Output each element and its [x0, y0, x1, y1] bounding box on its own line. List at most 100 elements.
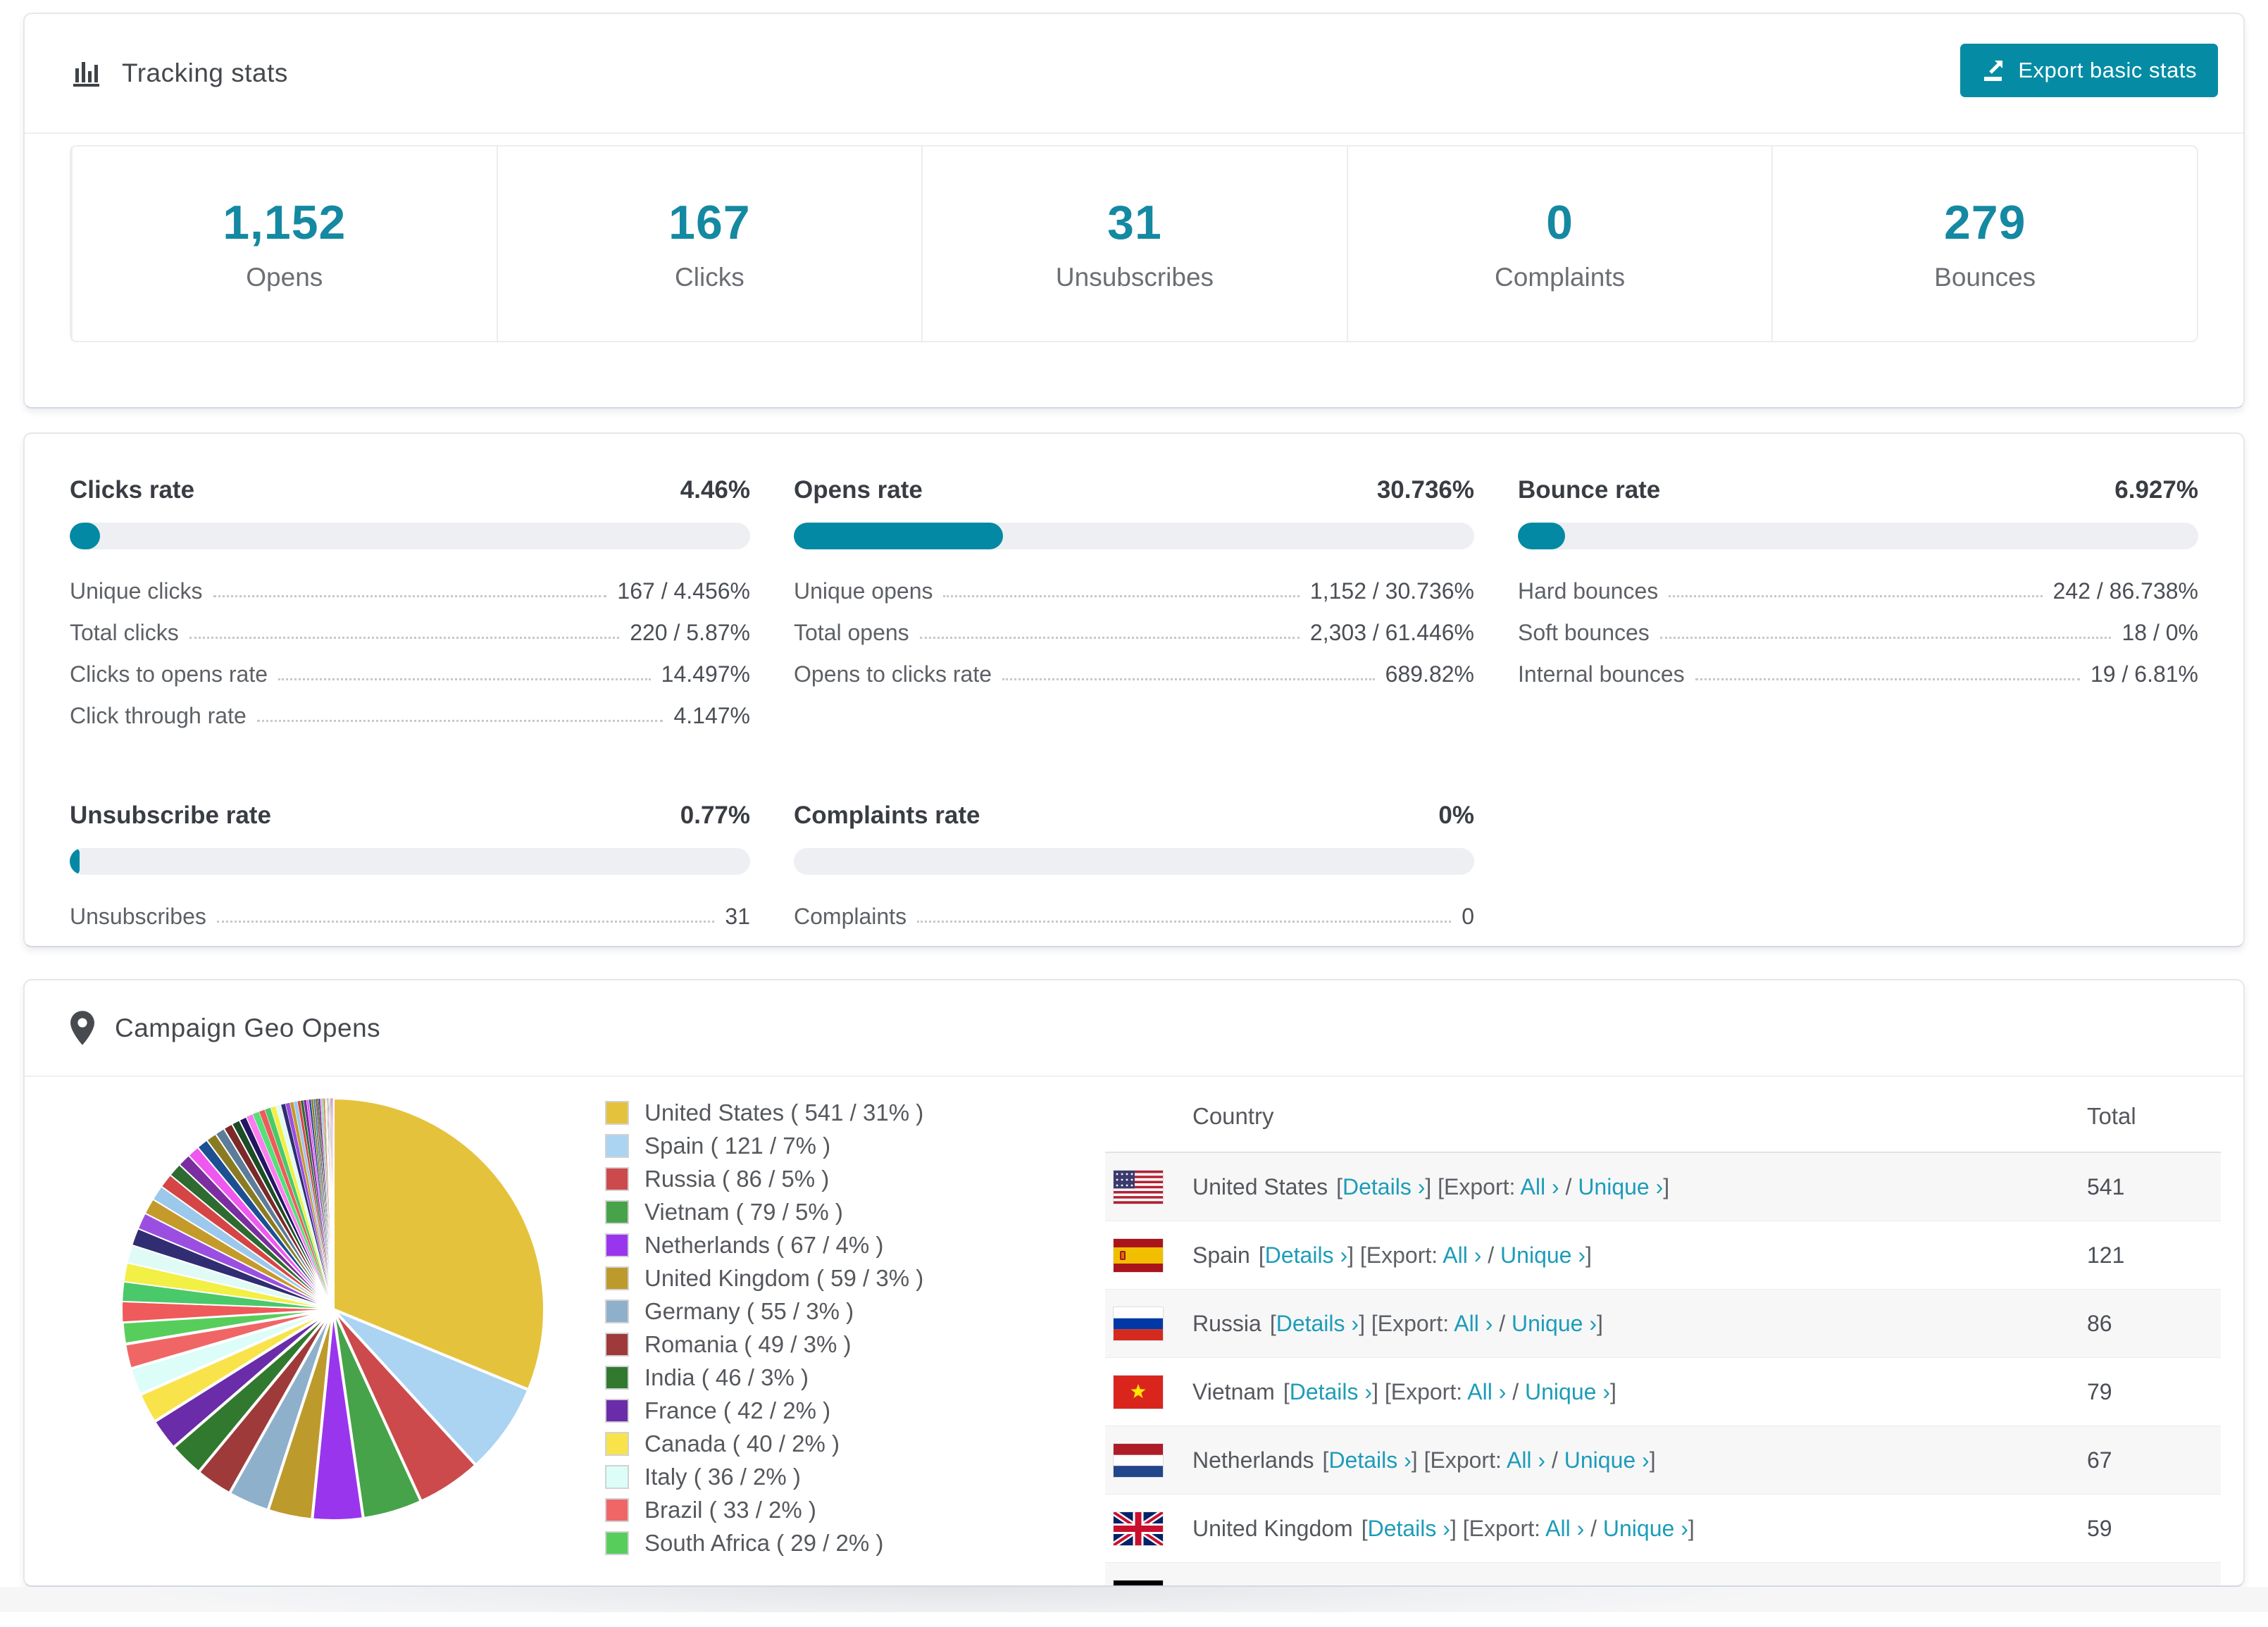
legend-label: Vietnam ( 79 / 5% ) — [644, 1199, 843, 1225]
legend-item: South Africa ( 29 / 2% ) — [605, 1530, 1098, 1557]
legend-item: Canada ( 40 / 2% ) — [605, 1430, 1098, 1457]
legend-label: Spain ( 121 / 7% ) — [644, 1133, 831, 1159]
rate-title: Opens rate — [794, 476, 923, 504]
export-unique-link[interactable]: Unique › — [1564, 1447, 1650, 1473]
export-all-link[interactable]: All › — [1507, 1447, 1545, 1473]
table-row: Vietnam [Details ›] [Export: All › / Uni… — [1105, 1358, 2221, 1426]
geo-pie-legend: United States ( 541 / 31% ) Spain ( 121 … — [605, 1081, 1098, 1585]
stat-box: 0 Complaints — [1346, 147, 1772, 341]
country-name: Spain — [1192, 1242, 1250, 1268]
country-cell: Netherlands [Details ›] [Export: All › /… — [1105, 1443, 2087, 1477]
export-basic-stats-button[interactable]: Export basic stats — [1960, 44, 2218, 97]
rate-row: Total opens 2,303 / 61.446% — [794, 620, 1474, 645]
export-unique-link[interactable]: Unique › — [1578, 1174, 1663, 1199]
progress-bar-fill — [70, 523, 101, 549]
country-name: United States — [1192, 1173, 1328, 1199]
details-link[interactable]: Details › — [1290, 1379, 1372, 1404]
country-links: [Details ›] [Export: All › / Unique ›] — [1361, 1515, 1695, 1541]
legend-item: United States ( 541 / 31% ) — [605, 1099, 1098, 1126]
legend-item: Brazil ( 33 / 2% ) — [605, 1497, 1098, 1523]
legend-label: Russia ( 86 / 5% ) — [644, 1166, 830, 1192]
geo-content: United States ( 541 / 31% ) Spain ( 121 … — [25, 1077, 2243, 1585]
rate-title: Unsubscribe rate — [70, 802, 271, 829]
country-flag-icon — [1114, 1375, 1163, 1409]
legend-swatch — [605, 1465, 629, 1489]
country-total: 67 — [2087, 1447, 2112, 1473]
rate-row: Unique opens 1,152 / 30.736% — [794, 578, 1474, 604]
progress-bar-fill — [1518, 523, 1565, 549]
dotted-leader — [1695, 678, 2080, 680]
geo-pie-chart — [120, 1096, 546, 1522]
rates-grid: Clicks rate 4.46% Unique clicks 167 / 4.… — [25, 434, 2243, 946]
details-link[interactable]: Details › — [1276, 1311, 1359, 1336]
stat-value: 0 — [1546, 196, 1574, 249]
export-icon — [1981, 58, 2007, 83]
legend-item: Netherlands ( 67 / 4% ) — [605, 1232, 1098, 1259]
legend-swatch — [605, 1531, 629, 1555]
rate-row: Clicks to opens rate 14.497% — [70, 661, 750, 687]
dotted-leader — [213, 595, 607, 597]
details-link[interactable]: Details › — [1265, 1242, 1347, 1268]
rate-row: Complaints 0 — [794, 904, 1474, 929]
country-links: [Details ›] [Export: All › / Unique ›] — [1258, 1242, 1592, 1268]
rate-row: Internal bounces 19 / 6.81% — [1518, 661, 2198, 687]
details-link[interactable]: Details › — [1328, 1447, 1411, 1473]
dotted-leader — [189, 637, 620, 639]
country-flag-icon — [1114, 1580, 1163, 1585]
export-all-link[interactable]: All › — [1454, 1311, 1493, 1336]
country-total: 59 — [2087, 1515, 2112, 1541]
stat-value: 279 — [1943, 196, 2026, 249]
legend-item: Vietnam ( 79 / 5% ) — [605, 1199, 1098, 1226]
export-all-link[interactable]: All › — [1545, 1516, 1584, 1541]
rate-title: Bounce rate — [1518, 476, 1661, 504]
table-row: Netherlands [Details ›] [Export: All › /… — [1105, 1426, 2221, 1495]
export-unique-link[interactable]: Unique › — [1603, 1516, 1688, 1541]
export-unique-link[interactable]: Unique › — [1525, 1379, 1610, 1404]
table-row: Russia [Details ›] [Export: All › / Uniq… — [1105, 1290, 2221, 1358]
geo-opens-title: Campaign Geo Opens — [115, 1013, 381, 1042]
table-row: United Kingdom [Details ›] [Export: All … — [1105, 1495, 2221, 1563]
stat-box: 31 Unsubscribes — [921, 147, 1347, 341]
rate-value: 0.77% — [680, 802, 750, 829]
stat-label: Unsubscribes — [1055, 263, 1214, 292]
country-links: [Details ›] [Export: All › / Unique ›] — [1336, 1173, 1670, 1199]
dotted-leader — [256, 720, 663, 722]
stat-box: 167 Clicks — [496, 147, 922, 341]
legend-swatch — [605, 1233, 629, 1257]
legend-item: Russia ( 86 / 5% ) — [605, 1166, 1098, 1192]
dotted-leader — [1669, 595, 2043, 597]
country-flag-icon — [1114, 1238, 1163, 1272]
country-total: 86 — [2087, 1310, 2112, 1336]
rate-value: 6.927% — [2114, 476, 2198, 504]
map-pin-icon — [70, 1010, 95, 1046]
legend-label: Romania ( 49 / 3% ) — [644, 1331, 852, 1357]
details-link[interactable]: Details › — [1342, 1174, 1425, 1199]
export-all-link[interactable]: All › — [1467, 1379, 1506, 1404]
export-all-link[interactable]: All › — [1443, 1242, 1481, 1268]
stat-label: Complaints — [1495, 263, 1626, 292]
dotted-leader — [1002, 678, 1375, 680]
stat-value: 31 — [1107, 196, 1162, 249]
unsubscribe-rate-panel: Unsubscribe rate 0.77% Unsubscribes 31 — [70, 802, 750, 946]
geo-pie-container — [70, 1081, 605, 1585]
page-title: Tracking stats — [122, 58, 288, 87]
legend-swatch — [605, 1399, 629, 1423]
progress-bar — [70, 848, 750, 875]
country-flag-icon — [1114, 1307, 1163, 1340]
legend-label: United States ( 541 / 31% ) — [644, 1099, 924, 1126]
legend-swatch — [605, 1366, 629, 1390]
rate-title: Clicks rate — [70, 476, 195, 504]
rate-row: Hard bounces 242 / 86.738% — [1518, 578, 2198, 604]
rate-row: Total clicks 220 / 5.87% — [70, 620, 750, 645]
rate-value: 4.46% — [680, 476, 750, 504]
export-unique-link[interactable]: Unique › — [1500, 1242, 1585, 1268]
page-bottom-strip — [0, 1587, 2268, 1612]
country-cell: Germany [Details ›] [Export: All › / Uni… — [1105, 1580, 2087, 1585]
country-total: 541 — [2087, 1173, 2125, 1199]
country-name: Netherlands — [1192, 1447, 1314, 1473]
export-unique-link[interactable]: Unique › — [1512, 1311, 1597, 1336]
tracking-stats-card: Tracking stats Export basic stats 1,152 … — [23, 13, 2245, 409]
details-link[interactable]: Details › — [1368, 1516, 1450, 1541]
rate-value: 0% — [1438, 802, 1474, 829]
export-all-link[interactable]: All › — [1521, 1174, 1559, 1199]
